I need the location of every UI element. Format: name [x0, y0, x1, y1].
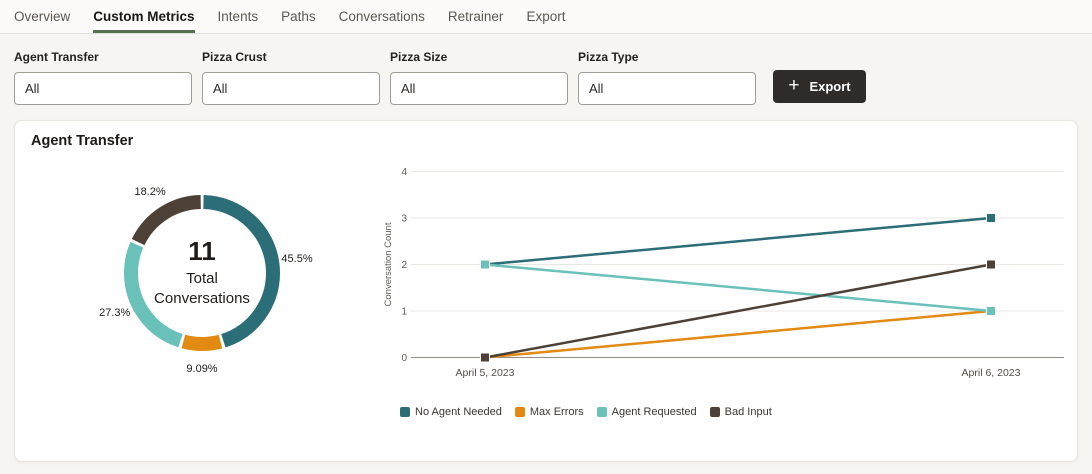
filter-pizza-type-select[interactable]: All	[578, 72, 756, 105]
card-title: Agent Transfer	[31, 133, 133, 149]
filters-row: Agent Transfer All Pizza Crust All Pizza…	[14, 50, 756, 105]
legend-swatch-bad-input	[710, 407, 720, 417]
legend-item-bad-input[interactable]: Bad Input	[710, 406, 772, 418]
filter-pizza-size-label: Pizza Size	[390, 50, 568, 64]
filter-pizza-crust-label: Pizza Crust	[202, 50, 380, 64]
plus-icon: +	[788, 76, 799, 95]
filter-pizza-crust: Pizza Crust All	[202, 50, 380, 105]
tab-paths[interactable]: Paths	[281, 0, 316, 33]
donut-center-text: 11 Total Conversations	[146, 237, 258, 309]
donut-chart: 11 Total Conversations 45.5% 9.09% 27.3% 18…	[92, 163, 312, 383]
donut-slice-label-bad-input: 18.2%	[134, 186, 165, 198]
legend-swatch-no-agent-needed	[400, 407, 410, 417]
total-conversations-label: Total Conversations	[146, 269, 258, 310]
legend-label: Max Errors	[530, 406, 584, 418]
filter-agent-transfer-select[interactable]: All	[14, 72, 192, 105]
data-point-bad-input[interactable]	[481, 353, 490, 362]
filter-pizza-crust-select[interactable]: All	[202, 72, 380, 105]
y-axis-title: Conversation Count	[383, 222, 394, 306]
tab-custom-metrics[interactable]: Custom Metrics	[93, 0, 194, 33]
tab-intents[interactable]: Intents	[218, 0, 259, 33]
legend-label: Agent Requested	[612, 406, 697, 418]
y-tick-label: 3	[401, 214, 407, 225]
legend-label: No Agent Needed	[415, 406, 502, 418]
legend-label: Bad Input	[725, 406, 772, 418]
data-point-agent-requested[interactable]	[481, 260, 490, 269]
filter-agent-transfer-label: Agent Transfer	[14, 50, 192, 64]
series-line-max-errors[interactable]	[485, 311, 991, 358]
data-point-no-agent-needed[interactable]	[987, 214, 996, 223]
y-tick-label: 4	[401, 167, 407, 178]
filter-pizza-size: Pizza Size All	[390, 50, 568, 105]
data-point-agent-requested[interactable]	[987, 307, 996, 316]
filter-pizza-type-label: Pizza Type	[578, 50, 756, 64]
tab-bar: Overview Custom Metrics Intents Paths Co…	[0, 0, 1092, 34]
filter-agent-transfer: Agent Transfer All	[14, 50, 192, 105]
line-chart: 0 1 2 3 4 Conversation Count April 5, 2023 Apri…	[385, 166, 1085, 398]
donut-slice-label-agent-requested: 27.3%	[99, 307, 130, 319]
total-conversations-value: 11	[146, 237, 258, 266]
chart-legend: No Agent Needed Max Errors Agent Requested…	[400, 406, 772, 418]
series-line-no-agent-needed[interactable]	[485, 218, 991, 265]
y-tick-label: 0	[401, 353, 407, 364]
filter-pizza-size-select[interactable]: All	[390, 72, 568, 105]
legend-item-no-agent-needed[interactable]: No Agent Needed	[400, 406, 502, 418]
legend-item-max-errors[interactable]: Max Errors	[515, 406, 584, 418]
tab-export[interactable]: Export	[526, 0, 565, 33]
tab-overview[interactable]: Overview	[14, 0, 70, 33]
x-tick-label: April 5, 2023	[456, 367, 515, 379]
agent-transfer-card: Agent Transfer 11 Total Conversations 45…	[14, 120, 1078, 462]
export-button[interactable]: + Export	[773, 70, 866, 103]
legend-swatch-max-errors	[515, 407, 525, 417]
legend-swatch-agent-requested	[597, 407, 607, 417]
y-tick-label: 2	[401, 260, 407, 271]
legend-item-agent-requested[interactable]: Agent Requested	[597, 406, 697, 418]
x-tick-label: April 6, 2023	[962, 367, 1021, 379]
donut-slice-label-max-errors: 9.09%	[186, 363, 217, 375]
export-button-label: Export	[809, 79, 850, 94]
tab-retrainer[interactable]: Retrainer	[448, 0, 504, 33]
donut-slice-label-no-agent-needed: 45.5%	[281, 253, 312, 265]
filter-pizza-type: Pizza Type All	[578, 50, 756, 105]
data-point-bad-input[interactable]	[987, 260, 996, 269]
y-tick-label: 1	[401, 307, 407, 318]
series-line-agent-requested[interactable]	[485, 265, 991, 312]
tab-conversations[interactable]: Conversations	[339, 0, 425, 33]
